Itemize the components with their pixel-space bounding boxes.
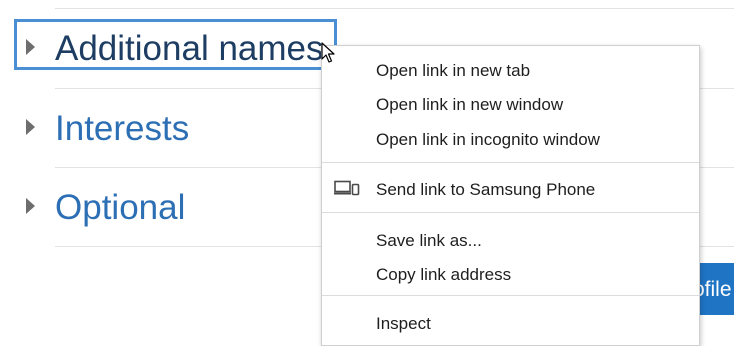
menu-item-open-new-window[interactable]: Open link in new window bbox=[376, 93, 563, 117]
top-divider bbox=[55, 8, 734, 9]
menu-separator bbox=[322, 162, 699, 163]
menu-item-inspect[interactable]: Inspect bbox=[376, 312, 431, 336]
devices-icon bbox=[334, 180, 360, 196]
context-menu: Open link in new tab Open link in new wi… bbox=[321, 45, 700, 346]
menu-item-send-to-device[interactable]: Send link to Samsung Phone bbox=[376, 178, 595, 202]
menu-separator bbox=[322, 212, 699, 213]
focus-ring bbox=[14, 19, 337, 70]
menu-item-copy-link-address[interactable]: Copy link address bbox=[376, 263, 511, 287]
expand-caret-icon[interactable] bbox=[26, 198, 35, 214]
menu-item-open-new-tab[interactable]: Open link in new tab bbox=[376, 59, 530, 83]
section-title-interests[interactable]: Interests bbox=[55, 109, 189, 149]
menu-separator bbox=[322, 295, 699, 296]
section-title-optional[interactable]: Optional bbox=[55, 188, 185, 228]
menu-item-open-incognito[interactable]: Open link in incognito window bbox=[376, 128, 600, 152]
mouse-pointer-icon bbox=[321, 42, 335, 63]
menu-item-save-link-as[interactable]: Save link as... bbox=[376, 229, 482, 253]
expand-caret-icon[interactable] bbox=[26, 119, 35, 135]
